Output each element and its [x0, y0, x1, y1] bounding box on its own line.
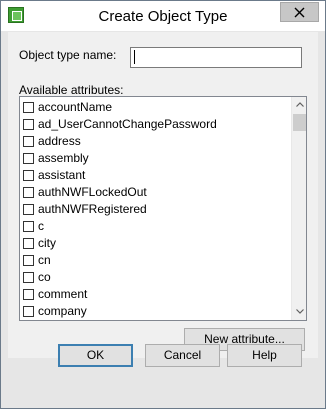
attribute-checkbox[interactable] — [23, 136, 34, 147]
attribute-checkbox[interactable] — [23, 153, 34, 164]
attribute-label: accountName — [38, 100, 113, 114]
text-caret — [134, 50, 135, 64]
attribute-label: cn — [38, 253, 51, 267]
attribute-checkbox[interactable] — [23, 170, 34, 181]
list-item[interactable]: address — [20, 133, 288, 150]
attribute-label: comment — [38, 287, 88, 301]
list-item[interactable]: c — [20, 218, 288, 235]
close-button[interactable] — [280, 2, 319, 22]
attribute-label: authNWFRegistered — [38, 202, 147, 216]
help-button[interactable]: Help — [227, 344, 302, 367]
list-item[interactable]: ad_UserCannotChangePassword — [20, 116, 288, 133]
list-item[interactable]: accountName — [20, 99, 288, 116]
ok-button[interactable]: OK — [58, 344, 133, 367]
attribute-label: co — [38, 270, 51, 284]
scroll-up-button[interactable] — [292, 97, 306, 113]
list-item[interactable]: authNWFLockedOut — [20, 184, 288, 201]
scroll-down-arrow-icon — [296, 309, 304, 314]
attribute-checkbox[interactable] — [23, 255, 34, 266]
attribute-checkbox[interactable] — [23, 119, 34, 130]
window-title: Create Object Type — [98, 8, 228, 25]
cancel-button[interactable]: Cancel — [145, 344, 220, 367]
attribute-checkbox[interactable] — [23, 238, 34, 249]
available-attributes-label: Available attributes: — [19, 83, 124, 97]
attribute-checkbox[interactable] — [23, 221, 34, 232]
scroll-down-button[interactable] — [292, 304, 306, 320]
scroll-up-arrow-icon — [296, 102, 304, 107]
create-object-type-dialog: Create Object Type Object type name: Ava… — [0, 0, 326, 409]
vertical-scrollbar[interactable] — [291, 97, 306, 320]
attribute-checkbox[interactable] — [23, 102, 34, 113]
attribute-label: assistant — [38, 168, 86, 182]
object-type-name-input[interactable] — [130, 47, 302, 68]
list-item[interactable]: assembly — [20, 150, 288, 167]
attribute-label: c — [38, 219, 44, 233]
attribute-label: city — [38, 236, 56, 250]
attribute-label: address — [38, 134, 81, 148]
attribute-label: company — [38, 304, 87, 318]
list-item[interactable]: assistant — [20, 167, 288, 184]
attributes-listbox[interactable]: accountName ad_UserCannotChangePassword … — [19, 96, 307, 321]
list-item[interactable]: company — [20, 303, 288, 320]
list-item[interactable]: authNWFRegistered — [20, 201, 288, 218]
object-type-name-label: Object type name: — [19, 48, 117, 62]
attribute-checkbox[interactable] — [23, 187, 34, 198]
list-item[interactable]: city — [20, 235, 288, 252]
attribute-label: authNWFLockedOut — [38, 185, 147, 199]
attribute-checkbox[interactable] — [23, 306, 34, 317]
attribute-label: ad_UserCannotChangePassword — [38, 117, 217, 131]
attribute-checkbox[interactable] — [23, 204, 34, 215]
attribute-checkbox[interactable] — [23, 289, 34, 300]
list-item[interactable]: comment — [20, 286, 288, 303]
scroll-thumb[interactable] — [293, 114, 306, 131]
list-item[interactable]: cn — [20, 252, 288, 269]
dialog-body: Object type name: Available attributes: … — [8, 32, 318, 358]
attribute-checkbox[interactable] — [23, 272, 34, 283]
close-icon — [294, 7, 305, 18]
title-bar[interactable]: Create Object Type — [1, 1, 325, 32]
attribute-label: assembly — [38, 151, 89, 165]
list-item[interactable]: co — [20, 269, 288, 286]
